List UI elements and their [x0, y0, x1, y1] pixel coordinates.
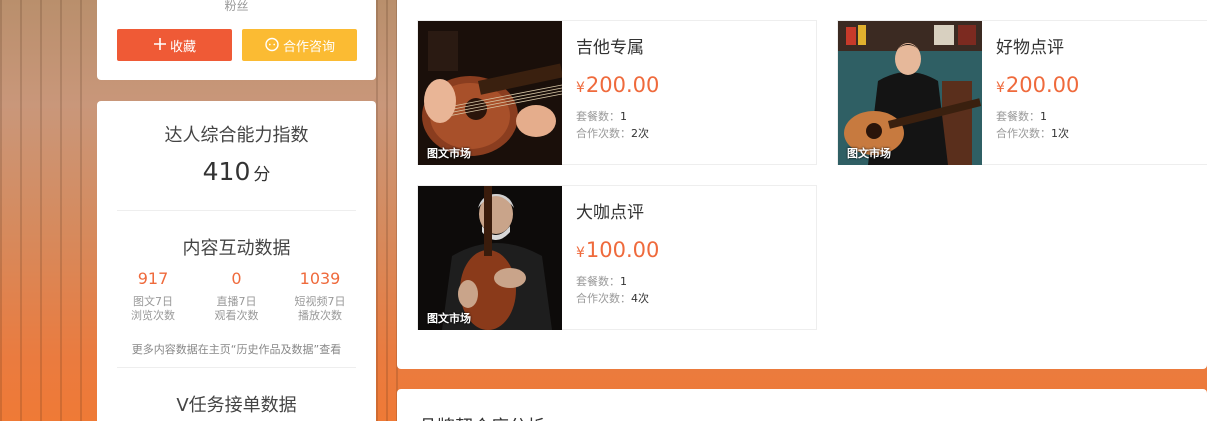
coop-value: 1次 — [1051, 127, 1069, 140]
package-title: 好物点评 — [996, 38, 1064, 58]
currency-symbol: ¥ — [576, 80, 585, 96]
stat-value: 1039 — [299, 269, 341, 288]
score-unit: 分 — [253, 165, 271, 185]
metrics-card: 达人综合能力指数 410 分 内容互动数据 917 图文7日 浏览次数 0 直播7… — [97, 101, 376, 421]
market-tag: 图文市场 — [847, 147, 891, 160]
package-thumbnail: 图文市场 — [418, 21, 562, 165]
count-value: 1 — [620, 275, 627, 288]
background-strings — [376, 0, 398, 421]
coop-label: 合作次数： — [996, 127, 1051, 140]
package-title: 吉他专属 — [576, 38, 644, 58]
cooperate-button-label: 合作咨询 — [282, 39, 335, 55]
package-thumbnail: 图文市场 — [838, 21, 982, 165]
stat-value: 917 — [137, 269, 169, 288]
ability-title: 达人综合能力指数 — [164, 125, 309, 146]
chat-icon — [264, 36, 280, 55]
package-coop: 合作次数：1次 — [996, 127, 1069, 141]
count-label: 套餐数： — [576, 275, 620, 288]
cooperate-button[interactable]: 合作咨询 — [242, 29, 357, 61]
package-count: 套餐数：1 — [576, 275, 627, 289]
package-price: ¥100.00 — [576, 238, 659, 262]
interaction-title: 内容互动数据 — [182, 238, 291, 259]
coop-label: 合作次数： — [576, 127, 631, 140]
package-coop: 合作次数：4次 — [576, 292, 649, 306]
score-value: 410 — [202, 157, 251, 186]
stat-label: 直播7日 观看次数 — [214, 295, 259, 322]
package-price: ¥200.00 — [576, 73, 659, 97]
package-count: 套餐数：1 — [576, 110, 627, 124]
stat-label: 短视频7日 播放次数 — [294, 295, 346, 322]
packages-panel: 图文市场 吉他专属 ¥200.00 套餐数：1 合作次数：2次 图文市场 好物点… — [397, 0, 1207, 369]
count-value: 1 — [620, 110, 627, 123]
fans-label: 粉丝 — [224, 0, 249, 13]
count-label: 套餐数： — [576, 110, 620, 123]
market-tag: 图文市场 — [427, 312, 471, 325]
stat-item: 917 图文7日 浏览次数 — [117, 269, 189, 323]
package-price: ¥200.00 — [996, 73, 1079, 97]
guitarist-photo — [838, 21, 982, 165]
divider — [117, 367, 356, 368]
package-count: 套餐数：1 — [996, 110, 1047, 124]
coop-value: 4次 — [631, 292, 649, 305]
stat-label: 图文7日 浏览次数 — [131, 295, 175, 322]
price-value: 200.00 — [1005, 73, 1080, 97]
guitar-photo — [418, 21, 562, 165]
task-title: V任务接单数据 — [176, 395, 297, 416]
musician-photo — [418, 186, 562, 330]
package-card[interactable]: 图文市场 大咖点评 ¥100.00 套餐数：1 合作次数：4次 — [417, 185, 817, 330]
background-strings — [0, 0, 100, 421]
favorite-button-label: 收藏 — [169, 39, 196, 55]
package-card[interactable]: 图文市场 好物点评 ¥200.00 套餐数：1 合作次数：1次 — [837, 20, 1207, 165]
interaction-stats: 917 图文7日 浏览次数 0 直播7日 观看次数 1039 短视频7日 播放次… — [117, 269, 356, 323]
coop-label: 合作次数： — [576, 292, 631, 305]
count-label: 套餐数： — [996, 110, 1040, 123]
currency-symbol: ¥ — [576, 245, 585, 261]
brand-fit-panel: 品牌契合度分析 — [397, 389, 1207, 421]
coop-value: 2次 — [631, 127, 649, 140]
package-card[interactable]: 图文市场 吉他专属 ¥200.00 套餐数：1 合作次数：2次 — [417, 20, 817, 165]
divider — [117, 210, 356, 211]
more-data-note: 更多内容数据在主页“历史作品及数据”查看 — [131, 343, 342, 356]
currency-symbol: ¥ — [996, 80, 1005, 96]
market-tag: 图文市场 — [427, 147, 471, 160]
plus-icon — [153, 37, 167, 54]
stat-item: 1039 短视频7日 播放次数 — [284, 269, 356, 323]
profile-card: 粉丝 收藏 合作咨询 — [97, 0, 376, 80]
package-coop: 合作次数：2次 — [576, 127, 649, 141]
count-value: 1 — [1040, 110, 1047, 123]
price-value: 100.00 — [585, 238, 660, 262]
ability-score: 410 分 — [97, 157, 376, 186]
package-thumbnail: 图文市场 — [418, 186, 562, 330]
stat-value: 0 — [231, 269, 242, 288]
brand-fit-title: 品牌契合度分析 — [419, 413, 545, 421]
price-value: 200.00 — [585, 73, 660, 97]
favorite-button[interactable]: 收藏 — [117, 29, 232, 61]
stat-item: 0 直播7日 观看次数 — [201, 269, 273, 323]
package-title: 大咖点评 — [576, 203, 644, 223]
